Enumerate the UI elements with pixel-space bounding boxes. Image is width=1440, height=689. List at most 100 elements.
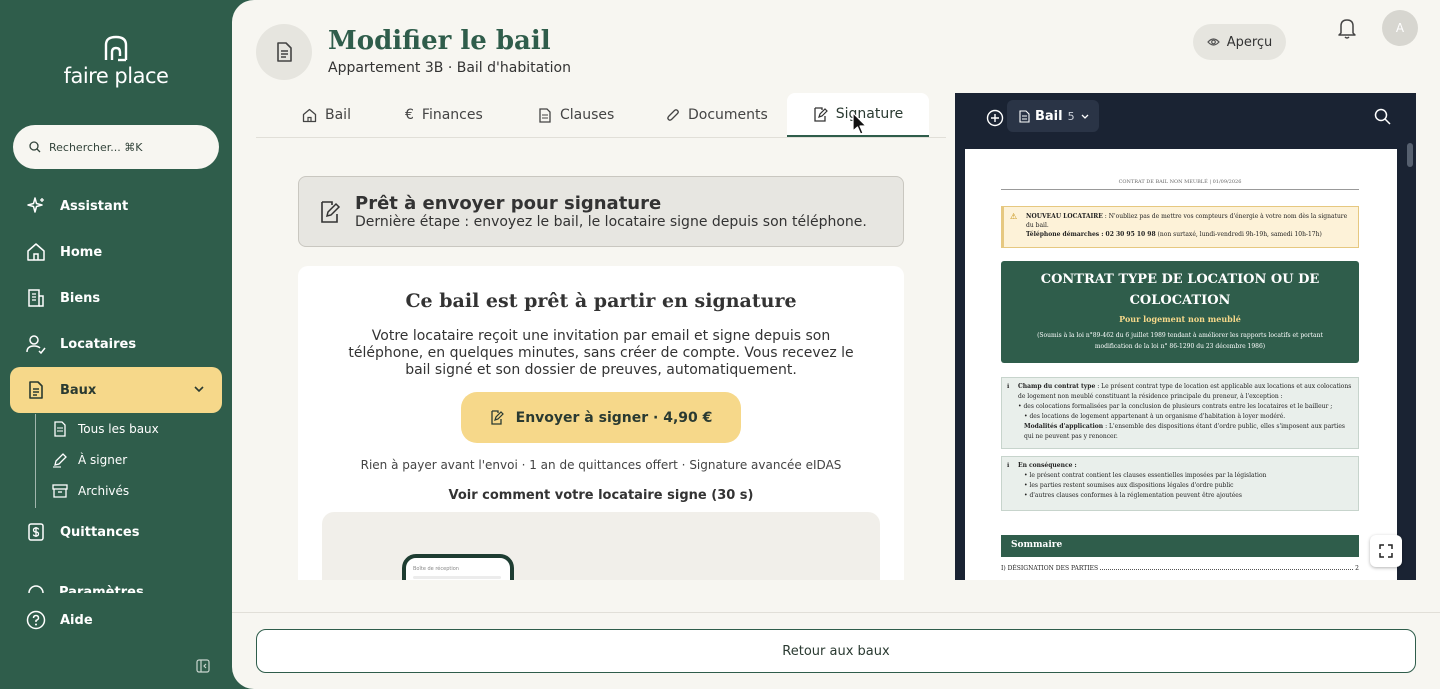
document-page-count: 5 [1067,109,1075,123]
sidebar-item-label: Paramètres [59,585,144,593]
sign-icon [490,410,504,425]
tab-bail[interactable]: Bail [302,93,351,137]
tab-label: Bail [325,107,351,123]
doc-info-box: ℹ Champ du contrat type : Le présent con… [1001,377,1359,449]
phone-inbox-label: Boîte de réception [413,566,459,572]
fullscreen-button[interactable] [1370,535,1402,567]
eye-icon [1206,38,1220,46]
logo-house-icon [104,35,128,62]
tab-finances[interactable]: € Finances [405,93,483,137]
doc-toc-row: I) DÉSIGNATION DES PARTIES 2 [1001,565,1359,572]
warning-icon: ⚠ [1010,212,1018,221]
preview-button[interactable]: Aperçu [1193,24,1286,60]
subnav-label: Tous les baux [78,422,159,436]
doc-warning-box: ⚠ NOUVEAU LOCATAIRE : N'oubliez pas de m… [1001,206,1359,248]
preview-button-label: Aperçu [1226,34,1273,50]
doc-toc-page: 2 [1355,565,1359,572]
doc-title-block: CONTRAT TYPE DE LOCATION OU DE COLOCATIO… [1001,261,1359,363]
sidebar-item-biens[interactable]: Biens [10,275,222,321]
search-icon[interactable] [1374,108,1391,125]
add-circle-icon[interactable] [986,109,1004,127]
doc-box1-mod-label: Modalités d'application [1024,423,1104,430]
tab-label: Clauses [560,107,615,123]
sidebar-item-label: Home [60,244,103,260]
doc-warning-phone-note: (non surtaxé, lundi-vendredi 9h-19h, sam… [1155,231,1322,238]
info-icon: ℹ [1007,383,1010,390]
paperclip-icon [667,108,679,121]
sidebar-item-label: Baux [60,382,97,398]
search-icon [29,141,41,153]
sidebar-item-home[interactable]: Home [10,229,222,275]
subnav-item-archives[interactable]: Archivés [52,483,129,499]
subnav-label: Archivés [78,484,130,498]
document-icon [54,421,66,437]
page-subtitle: Appartement 3B · Bail d'habitation [328,60,571,76]
building-icon [28,289,44,307]
sidebar-item-partial[interactable]: Paramètres [26,583,216,593]
doc-box1-bullet: • des colocations formalisées par la con… [1018,403,1333,410]
document-icon [1019,109,1030,123]
archive-icon [52,484,68,498]
document-icon [29,381,43,399]
sidebar-collapse-icon[interactable] [196,659,210,673]
demo-video-area[interactable]: Boîte de réception [322,512,880,580]
tab-bar: Bail € Finances Clauses Documents Signat… [256,93,946,138]
signature-card: Ce bail est prêt à partir en signature V… [298,266,904,580]
mouse-cursor-icon [852,112,867,135]
chevron-down-icon [1081,114,1089,119]
banner-title: Prêt à envoyer pour signature [355,193,662,214]
tab-label: Finances [421,107,483,123]
search-placeholder: Rechercher... ⌘K [49,140,143,154]
doc-box2-bullet: • les parties restent soumises aux dispo… [1024,482,1234,489]
home-icon [27,243,45,261]
sidebar-item-baux[interactable]: Baux [10,367,222,413]
sign-icon [321,201,341,223]
pen-icon [53,453,67,468]
card-title: Ce bail est prêt à partir en signature [405,290,797,312]
sidebar-item-label: Locataires [60,336,137,352]
status-banner: Prêt à envoyer pour signature Dernière é… [298,176,904,247]
brand-logo[interactable]: faire place [0,34,232,88]
send-to-sign-button[interactable]: Envoyer à signer · 4,90 € [461,392,741,443]
signature-panel: Prêt à envoyer pour signature Dernière é… [256,138,946,580]
back-to-leases-button[interactable]: Retour aux baux [256,629,1416,673]
document-select[interactable]: Bail 5 [1007,100,1099,132]
brand-name: faire place [63,64,169,88]
sidebar-item-label: Aide [60,612,93,628]
preview-scrollbar[interactable] [1407,143,1413,167]
sidebar-item-locataires[interactable]: Locataires [10,321,222,367]
avatar[interactable]: A [1382,10,1418,46]
doc-warning-title: NOUVEAU LOCATAIRE [1026,213,1103,220]
sidebar-item-label: Quittances [60,524,140,540]
sidebar-item-aide[interactable]: Aide [10,597,222,643]
doc-subtitle: Pour logement non meublé [1119,314,1241,324]
help-icon [26,610,46,630]
sidebar-item-quittances[interactable]: Quittances [10,509,222,555]
page-title: Modifier le bail [328,26,551,56]
document-preview: Bail 5 CONTRAT DE BAIL NON MEUBLÉ | 01/0… [955,93,1416,580]
main-content: Modifier le bail Appartement 3B · Bail d… [232,0,1440,689]
sparkle-icon [27,197,44,213]
doc-warning-phone: Téléphone démarches : 02 30 95 10 98 [1026,231,1156,238]
footer-divider [232,612,1440,613]
subnav-item-a-signer[interactable]: À signer [52,452,127,468]
tab-label: Documents [688,107,768,123]
sidebar-item-label: Assistant [60,198,129,214]
doc-header: CONTRAT DE BAIL NON MEUBLÉ | 01/09/2026 [1001,179,1359,190]
doc-box1-label: Champ du contrat type [1018,383,1096,390]
pricing-note: Rien à payer avant l'envoi · 1 an de qui… [360,458,842,472]
bell-icon[interactable] [1336,16,1358,40]
card-description: Votre locataire reçoit une invitation pa… [348,328,854,378]
search-input[interactable]: Rechercher... ⌘K [13,125,219,169]
tab-clauses[interactable]: Clauses [538,93,614,137]
subnav-item-tous-les-baux[interactable]: Tous les baux [52,421,159,437]
euro-icon: € [405,107,414,123]
phone-line [413,576,501,579]
demo-link[interactable]: Voir comment votre locataire signe (30 s… [298,488,904,503]
chevron-down-icon[interactable] [192,382,206,396]
toc-dots [1100,565,1354,570]
sidebar-item-assistant[interactable]: Assistant [10,183,222,229]
banner-text: Dernière étape : envoyez le bail, le loc… [355,214,867,230]
tab-documents[interactable]: Documents [666,93,768,137]
doc-box2-bullet: • le présent contrat contient les clause… [1024,472,1267,479]
